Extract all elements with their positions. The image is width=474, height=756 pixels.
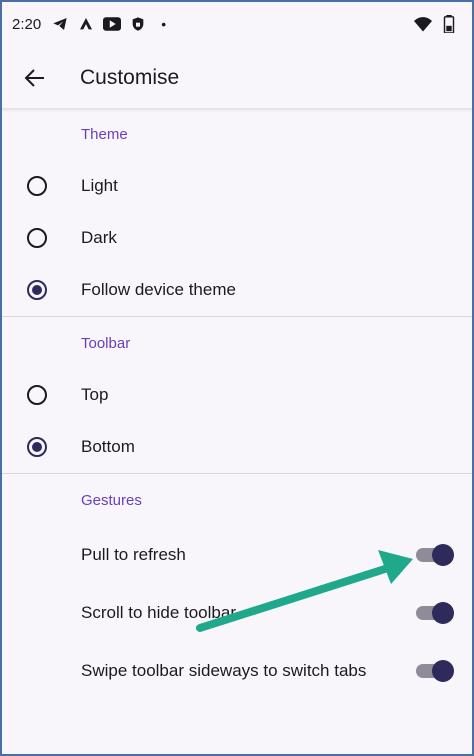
radio-label-light: Light	[81, 176, 118, 195]
section-header-gestures: Gestures	[81, 491, 142, 509]
wifi-icon	[414, 15, 432, 33]
radio-row-top[interactable]: Top	[0, 369, 474, 421]
app-icon	[77, 15, 95, 33]
page-title: Customise	[80, 66, 180, 89]
switch-thumb	[432, 602, 454, 624]
radio-row-light[interactable]: Light	[0, 160, 474, 212]
toggle-label-swipe-toolbar: Swipe toolbar sideways to switch tabs	[81, 661, 367, 680]
toggle-row-pull-to-refresh[interactable]: Pull to refresh	[0, 526, 474, 584]
radio-dark[interactable]	[27, 228, 47, 248]
back-button[interactable]	[20, 63, 50, 93]
app-bar: Customise	[0, 48, 474, 108]
section-header-toolbar: Toolbar	[81, 334, 131, 352]
settings-list: Theme Light Dark Follow device theme Too…	[0, 108, 474, 700]
switch-swipe-toolbar[interactable]	[416, 660, 454, 682]
switch-thumb	[432, 544, 454, 566]
radio-row-follow-device-theme[interactable]: Follow device theme	[0, 264, 474, 316]
radio-follow-device-theme[interactable]	[27, 280, 47, 300]
status-dot: •	[161, 16, 167, 32]
radio-label-dark: Dark	[81, 228, 117, 247]
radio-selected-dot	[32, 442, 42, 452]
status-time: 2:20	[12, 15, 42, 33]
toggle-label-pull-to-refresh: Pull to refresh	[81, 545, 186, 564]
toggle-label-scroll-to-hide-toolbar: Scroll to hide toolbar	[81, 603, 236, 622]
battery-icon	[440, 15, 458, 33]
switch-pull-to-refresh[interactable]	[416, 544, 454, 566]
status-bar: 2:20 •	[0, 0, 474, 48]
radio-row-dark[interactable]: Dark	[0, 212, 474, 264]
radio-top[interactable]	[27, 385, 47, 405]
radio-label-top: Top	[81, 385, 109, 404]
switch-thumb	[432, 660, 454, 682]
radio-bottom[interactable]	[27, 437, 47, 457]
switch-scroll-to-hide-toolbar[interactable]	[416, 602, 454, 624]
arrow-back-icon	[24, 69, 44, 87]
vpn-lock-icon	[129, 15, 147, 33]
section-header-theme: Theme	[81, 125, 128, 143]
toggle-row-scroll-to-hide-toolbar[interactable]: Scroll to hide toolbar	[0, 584, 474, 642]
radio-row-bottom[interactable]: Bottom	[0, 421, 474, 473]
radio-light[interactable]	[27, 176, 47, 196]
radio-label-follow-device-theme: Follow device theme	[81, 280, 236, 299]
radio-selected-dot	[32, 285, 42, 295]
toggle-row-swipe-toolbar[interactable]: Swipe toolbar sideways to switch tabs	[0, 642, 474, 700]
radio-label-bottom: Bottom	[81, 437, 135, 456]
telegram-icon	[51, 15, 69, 33]
youtube-icon	[103, 15, 122, 33]
